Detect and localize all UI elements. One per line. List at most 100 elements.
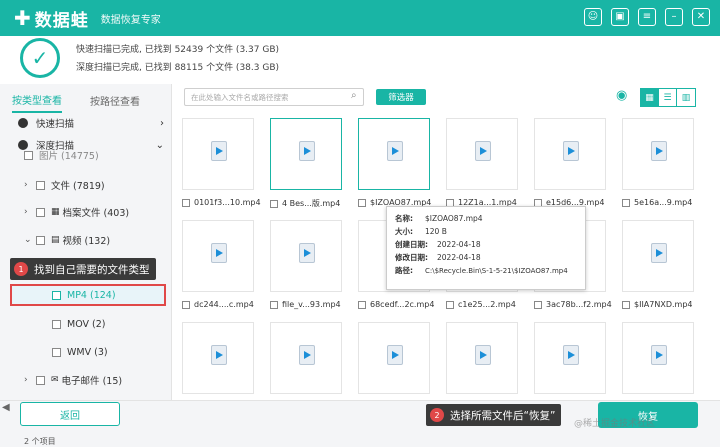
checkbox[interactable] — [270, 199, 278, 208]
checkbox[interactable] — [622, 300, 630, 309]
annotation-text: 选择所需文件后“恢复” — [450, 409, 556, 422]
annotation-text: 找到自己需要的文件类型 — [34, 263, 150, 276]
tree-item-label: 文件 (7819) — [51, 181, 105, 192]
list-view-icon[interactable]: ☰ — [659, 89, 677, 106]
checkbox[interactable] — [36, 207, 45, 217]
collapse-arrow-icon[interactable]: ⌄ — [24, 235, 36, 245]
tab-by-path[interactable]: 按路径查看 — [90, 89, 140, 112]
file-thumbnail[interactable] — [270, 118, 342, 190]
file-thumbnail[interactable] — [358, 118, 430, 190]
file-thumbnail[interactable] — [182, 322, 254, 394]
file-name-item[interactable]: 68cedf...2c.mp4 — [358, 300, 434, 309]
tree-item-email[interactable]: › ✉ 电子邮件 (15) — [0, 369, 172, 391]
item-count: 2 个项目 — [24, 437, 56, 446]
video-file-icon — [299, 141, 315, 161]
checkbox[interactable] — [52, 319, 61, 329]
file-thumbnail[interactable] — [622, 220, 694, 292]
video-file-icon — [563, 345, 579, 365]
feedback-icon[interactable]: ☺ — [584, 8, 602, 26]
tree-item-videos[interactable]: ⌄ ▤ 视频 (132) — [0, 229, 172, 251]
checkbox[interactable] — [182, 300, 190, 309]
video-file-icon — [299, 243, 315, 263]
file-name-item[interactable]: 3ac78b...f2.mp4 — [534, 300, 612, 309]
tree-item-images-partial[interactable]: 图片 (14775) — [0, 148, 172, 162]
file-thumbnail[interactable] — [622, 322, 694, 394]
expand-arrow-icon[interactable]: › — [24, 180, 36, 190]
video-file-icon — [651, 141, 667, 161]
tree-item-archives[interactable]: › ▦ 档案文件 (403) — [0, 201, 172, 223]
tree-item-label: 电子邮件 (15) — [61, 376, 123, 387]
email-icon: ✉ — [51, 375, 59, 385]
checkbox[interactable] — [270, 300, 278, 309]
checkbox[interactable] — [24, 150, 33, 160]
file-thumbnail[interactable] — [446, 118, 518, 190]
video-file-icon — [211, 345, 227, 365]
checkbox[interactable] — [52, 347, 61, 357]
menu-icon[interactable]: ≡ — [638, 8, 656, 26]
tooltip-value: 2022-04-18 — [437, 240, 481, 249]
search-input[interactable]: 在此处输入文件名或路径搜索 — [184, 88, 364, 106]
video-folder-icon: ▤ — [51, 235, 60, 245]
expand-arrow-icon[interactable]: › — [24, 375, 36, 385]
file-thumbnail[interactable] — [446, 322, 518, 394]
tree-item-label: MP4 (124) — [67, 289, 116, 301]
tab-by-type[interactable]: 按类型查看 — [12, 88, 62, 113]
preview-eye-icon[interactable]: ◉ — [616, 88, 627, 103]
file-thumbnail[interactable] — [622, 118, 694, 190]
file-name-item[interactable]: 5e16a...9.mp4 — [622, 198, 692, 207]
checkbox[interactable] — [36, 375, 45, 385]
deep-scan-status: 深度扫描已完成, 已找到 88115 个文件 (38.3 GB) — [76, 63, 280, 73]
video-file-icon — [299, 345, 315, 365]
file-thumbnail[interactable] — [270, 322, 342, 394]
file-name: dc244....c.mp4 — [194, 300, 254, 309]
file-thumbnail[interactable] — [270, 220, 342, 292]
tree-item-label: WMV (3) — [67, 346, 108, 358]
tooltip-key: 名称: — [395, 214, 413, 223]
minimize-icon[interactable]: – — [665, 8, 683, 26]
quick-scan-row[interactable]: 快速扫描 › — [0, 112, 172, 134]
checkbox[interactable] — [52, 290, 61, 300]
file-name-item[interactable]: $IIA7NXD.mp4 — [622, 300, 693, 309]
checkbox[interactable] — [534, 300, 542, 309]
checkbox[interactable] — [182, 198, 190, 207]
file-name: file_v...93.mp4 — [282, 300, 341, 309]
back-button[interactable]: 返回 — [20, 402, 120, 426]
tooltip-created-row: 创建日期: 2022-04-18 — [395, 238, 577, 251]
file-name-item[interactable]: dc244....c.mp4 — [182, 300, 254, 309]
file-name: c1e25...2.mp4 — [458, 300, 516, 309]
checkbox[interactable] — [358, 300, 366, 309]
file-name-item[interactable]: file_v...93.mp4 — [270, 300, 341, 309]
grid-view-icon[interactable]: ▦ — [641, 89, 659, 106]
search-icon[interactable]: ⌕ — [351, 90, 357, 101]
video-file-icon — [387, 345, 403, 365]
save-icon[interactable]: ▣ — [611, 8, 629, 26]
checkbox[interactable] — [622, 198, 630, 207]
collapse-icon[interactable]: ◀ — [2, 402, 10, 413]
close-icon[interactable]: ✕ — [692, 8, 710, 26]
tree-item-wmv[interactable]: WMV (3) — [0, 341, 172, 363]
file-thumbnail[interactable] — [182, 118, 254, 190]
detail-view-icon[interactable]: ▥ — [677, 89, 695, 106]
file-name-item[interactable]: 4 Bes...版.mp4 — [270, 198, 340, 209]
expand-arrow-icon[interactable]: › — [24, 207, 36, 217]
tree-item-label: 档案文件 (403) — [62, 208, 130, 219]
file-name-item[interactable]: 0101f3...10.mp4 — [182, 198, 261, 207]
tree-item-label: 图片 (14775) — [39, 151, 99, 162]
file-thumbnail[interactable] — [182, 220, 254, 292]
file-thumbnail[interactable] — [534, 322, 606, 394]
app-logo: 数据蛙 — [34, 10, 89, 31]
tree-item-documents[interactable]: › 文件 (7819) — [0, 174, 172, 196]
checkbox[interactable] — [358, 198, 366, 207]
logo-cross-icon: ✚ — [14, 6, 31, 30]
tree-item-mp4[interactable]: MP4 (124) — [0, 284, 172, 306]
checkbox[interactable] — [446, 300, 454, 309]
video-file-icon — [651, 345, 667, 365]
checkbox[interactable] — [36, 180, 45, 190]
tooltip-path-row: 路径: C:\$Recycle.Bin\S-1-5-21\$IZOAO87.mp4 — [395, 264, 577, 277]
file-thumbnail[interactable] — [358, 322, 430, 394]
filter-button[interactable]: 筛选器 — [376, 89, 426, 105]
tree-item-mov[interactable]: MOV (2) — [0, 313, 172, 335]
file-thumbnail[interactable] — [534, 118, 606, 190]
checkbox[interactable] — [36, 235, 45, 245]
file-name-item[interactable]: c1e25...2.mp4 — [446, 300, 516, 309]
